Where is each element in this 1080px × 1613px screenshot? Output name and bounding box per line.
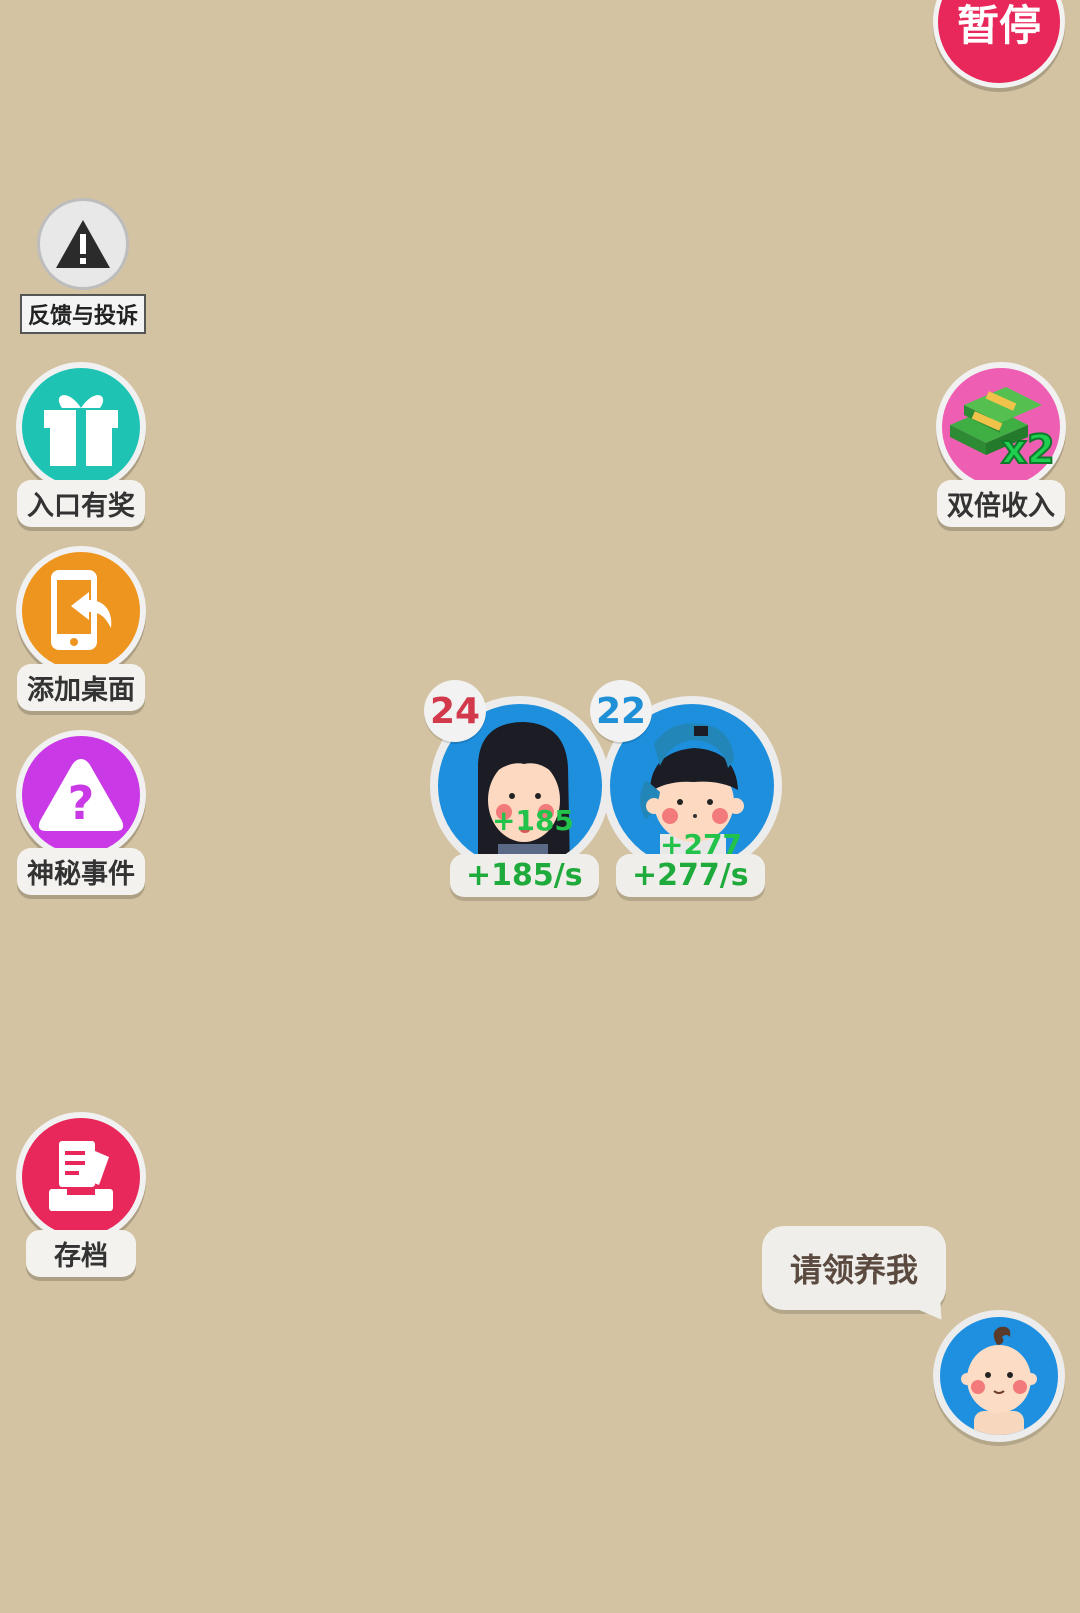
mystery-event-circle: ? bbox=[16, 730, 146, 860]
pause-label: 暂停 bbox=[956, 1, 1041, 50]
double-income-button[interactable]: x2 双倍收入 bbox=[926, 362, 1076, 527]
entry-reward-circle bbox=[16, 362, 146, 492]
adopt-speech-bubble: 请领养我 bbox=[762, 1226, 946, 1310]
double-income-label: 双倍收入 bbox=[937, 480, 1065, 527]
pause-button[interactable]: 暂停 bbox=[933, 0, 1065, 88]
feedback-label: 反馈与投诉 bbox=[19, 294, 147, 334]
floating-income: +185 bbox=[492, 804, 574, 837]
baby-avatar-icon bbox=[961, 1326, 1037, 1435]
multiplier-text: x2 bbox=[1001, 427, 1055, 473]
mystery-event-label: 神秘事件 bbox=[17, 848, 145, 895]
save-label: 存档 bbox=[26, 1230, 136, 1277]
feedback-button[interactable]: 反馈与投诉 bbox=[8, 198, 158, 338]
save-button[interactable]: 存档 bbox=[6, 1112, 156, 1277]
character-card-girl[interactable]: 24 +185 +185/s bbox=[424, 680, 610, 897]
add-desktop-label: 添加桌面 bbox=[17, 664, 145, 711]
mystery-question-icon: ? bbox=[38, 759, 124, 831]
adopt-bubble-text: 请领养我 bbox=[789, 1251, 918, 1289]
entry-reward-label: 入口有奖 bbox=[17, 480, 145, 527]
double-income-circle: x2 bbox=[936, 362, 1066, 492]
svg-text:?: ? bbox=[68, 776, 95, 830]
level-badge: 24 bbox=[424, 680, 486, 742]
add-desktop-circle bbox=[16, 546, 146, 676]
phone-add-icon bbox=[51, 570, 112, 650]
feedback-circle bbox=[37, 198, 129, 290]
entry-reward-button[interactable]: 入口有奖 bbox=[6, 362, 156, 527]
income-rate: +185/s bbox=[450, 854, 599, 897]
character-card-boy[interactable]: 22 +277 +277/s bbox=[590, 680, 782, 897]
income-rate: +277/s bbox=[616, 854, 765, 897]
money-stack-icon: x2 bbox=[950, 387, 1056, 474]
save-circle bbox=[16, 1112, 146, 1242]
add-desktop-button[interactable]: 添加桌面 bbox=[6, 546, 156, 711]
level-badge: 22 bbox=[590, 680, 652, 742]
mystery-event-button[interactable]: ? 神秘事件 bbox=[6, 730, 156, 895]
adopt-baby-button[interactable] bbox=[933, 1310, 1065, 1442]
save-document-icon bbox=[49, 1141, 113, 1211]
warning-icon bbox=[56, 220, 110, 268]
gift-icon bbox=[44, 395, 118, 466]
